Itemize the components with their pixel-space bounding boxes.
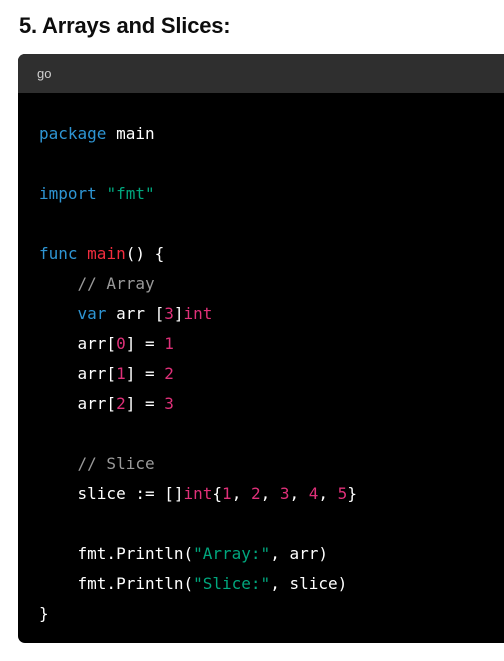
code-token: , — [231, 484, 251, 503]
code-line: arr[1] = 2 — [39, 359, 504, 389]
code-token: arr [ — [106, 304, 165, 323]
code-token: 1 — [116, 364, 126, 383]
code-token: 2 — [164, 364, 174, 383]
code-token: 3 — [279, 484, 290, 503]
code-line: arr[2] = 3 — [39, 389, 504, 419]
code-token: "Array:" — [193, 544, 271, 563]
code-token: 2 — [116, 394, 126, 413]
code-token: , — [318, 484, 338, 503]
code-block-header: go — [18, 54, 504, 93]
code-language-label: go — [37, 66, 52, 81]
code-body[interactable]: package main import "fmt" func main() { … — [18, 93, 504, 629]
code-token: ] = — [125, 364, 165, 383]
code-line: // Array — [39, 269, 504, 299]
code-token: package — [39, 124, 107, 143]
code-line: fmt.Println("Array:", arr) — [39, 539, 504, 569]
code-line: } — [39, 599, 504, 629]
code-token: , arr) — [270, 544, 328, 563]
code-token: "Slice:" — [193, 574, 271, 593]
code-line: var arr [3]int — [39, 299, 504, 329]
code-token: fmt.Println( — [39, 574, 194, 593]
code-block: go package main import "fmt" func main()… — [18, 54, 504, 643]
code-token: fmt.Println( — [39, 544, 194, 563]
code-line: package main — [39, 119, 504, 149]
code-token: () { — [125, 244, 165, 263]
code-token: arr[ — [39, 394, 117, 413]
code-token: , slice) — [270, 574, 348, 593]
code-token: var — [77, 304, 107, 323]
code-token: int — [183, 304, 213, 323]
code-token: arr[ — [39, 334, 117, 353]
code-token: 3 — [164, 304, 174, 323]
code-line: func main() { — [39, 239, 504, 269]
code-token: main — [87, 244, 126, 263]
code-token: func — [39, 244, 78, 263]
code-token: ] = — [125, 334, 165, 353]
code-token: int — [183, 484, 213, 503]
code-token: } — [39, 604, 49, 623]
code-token: // Array — [77, 274, 155, 293]
code-token: arr[ — [39, 364, 117, 383]
code-line: // Slice — [39, 449, 504, 479]
code-token: 2 — [250, 484, 261, 503]
code-token: } — [347, 484, 357, 503]
code-line: fmt.Println("Slice:", slice) — [39, 569, 504, 599]
code-token: ] = — [125, 394, 165, 413]
code-token: slice := [] — [39, 484, 184, 503]
code-token: main — [106, 124, 155, 143]
code-line: import "fmt" — [39, 179, 504, 209]
code-token: // Slice — [77, 454, 155, 473]
code-token: 1 — [222, 484, 232, 503]
code-token: ] — [173, 304, 184, 323]
code-token: 0 — [116, 334, 126, 353]
code-token: "fmt" — [106, 184, 155, 203]
code-token: 4 — [308, 484, 319, 503]
code-token: , — [289, 484, 309, 503]
section-heading: 5. Arrays and Slices: — [19, 13, 231, 38]
code-token: { — [212, 484, 223, 503]
code-line: arr[0] = 1 — [39, 329, 504, 359]
code-token: , — [260, 484, 280, 503]
code-token: 5 — [337, 484, 348, 503]
code-token: 3 — [164, 394, 174, 413]
code-token: import — [39, 184, 97, 203]
code-token: 1 — [164, 334, 174, 353]
code-line: slice := []int{1, 2, 3, 4, 5} — [39, 479, 504, 509]
